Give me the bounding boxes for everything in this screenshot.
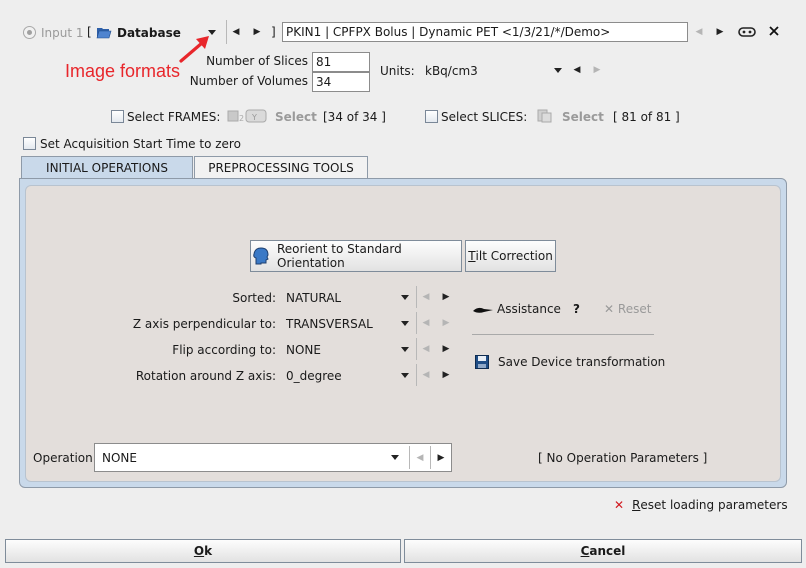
reorient-label: Reorient to Standard Orientation: [277, 242, 402, 270]
frames-select-button[interactable]: Select: [275, 110, 317, 124]
reset-button[interactable]: ✕ Reset: [604, 302, 651, 316]
flip-value[interactable]: NONE: [286, 343, 321, 357]
next-series-icon[interactable]: ▶: [713, 23, 727, 41]
operation-next-icon[interactable]: ▶: [434, 449, 448, 467]
save-device-label: Save Device transformation: [498, 355, 666, 369]
tab-preprocessing-tools-label: PREPROCESSING TOOLS: [208, 160, 354, 175]
ok-label: k: [204, 544, 213, 558]
sorted-dropdown-icon[interactable]: [401, 295, 409, 300]
slices-count: [ 81 of 81 ]: [613, 110, 680, 124]
volumes-field[interactable]: 34: [312, 72, 370, 92]
units-value[interactable]: kBq/cm3: [425, 64, 478, 78]
prev-source-icon[interactable]: ◀: [229, 23, 243, 41]
annotation-text: Image formats: [65, 61, 181, 81]
select-slices-label: Select SLICES:: [441, 110, 528, 124]
frames-count: [34 of 34 ]: [323, 110, 386, 124]
folder-icon: [96, 25, 112, 39]
slices-select-button[interactable]: Select: [562, 110, 604, 124]
select-frames-checkbox[interactable]: [111, 110, 124, 123]
select-frames-label: Select FRAMES:: [127, 110, 221, 124]
acq-start-label: Set Acquisition Start Time to zero: [40, 137, 241, 151]
sorted-next-icon[interactable]: ▶: [439, 288, 453, 306]
ok-mnemonic: O: [193, 544, 205, 558]
slices-label: Number of Slices: [206, 54, 308, 68]
units-prev-icon[interactable]: ◀: [570, 61, 584, 79]
ok-button[interactable]: Ok: [5, 539, 401, 563]
operation-value: NONE: [102, 451, 137, 465]
next-source-icon[interactable]: ▶: [250, 23, 264, 41]
tilt-correction-button[interactable]: Tilt Correction: [465, 240, 556, 272]
source-label[interactable]: Database: [117, 26, 181, 40]
volumes-label: Number of Volumes: [189, 74, 308, 88]
tab-initial-operations-label: INITIAL OPERATIONS: [46, 160, 168, 175]
save-device-button[interactable]: Save Device transformation: [475, 355, 665, 369]
reset-label: Reset: [617, 302, 652, 316]
no-operation-params: [ No Operation Parameters ]: [538, 451, 708, 465]
svg-text:2: 2: [239, 114, 244, 123]
z-axis-next-icon[interactable]: ▶: [439, 314, 453, 332]
z-axis-prev-icon[interactable]: ◀: [419, 314, 433, 332]
units-label: Units:: [380, 64, 415, 78]
floppy-icon: [475, 355, 489, 369]
operation-prev-icon[interactable]: ◀: [413, 449, 427, 467]
operation-combo[interactable]: NONE ◀ ▶: [94, 443, 452, 472]
cancel-label: ancel: [589, 544, 626, 558]
input-radio[interactable]: [23, 26, 36, 39]
reset-loading-button[interactable]: ✕ Reset loading parameters: [614, 498, 788, 512]
rotation-dropdown-icon[interactable]: [401, 373, 409, 378]
rotation-label: Rotation around Z axis:: [135, 369, 276, 383]
z-axis-label: Z axis perpendicular to:: [132, 317, 276, 331]
cancel-mnemonic: C: [580, 544, 590, 558]
assistance-icon: [472, 304, 494, 314]
tab-initial-operations[interactable]: INITIAL OPERATIONS: [21, 156, 193, 178]
assistance-button[interactable]: Assistance: [472, 302, 561, 316]
slices-select-icon: [536, 108, 556, 124]
z-axis-dropdown-icon[interactable]: [401, 321, 409, 326]
flip-dropdown-icon[interactable]: [401, 347, 409, 352]
reorient-button[interactable]: Reorient to Standard Orientation: [250, 240, 462, 272]
reset-loading-mnemonic: R: [632, 498, 641, 512]
rotation-prev-icon[interactable]: ◀: [419, 366, 433, 384]
operation-label: Operation: [33, 451, 93, 465]
reset-loading-x-icon: ✕: [614, 498, 625, 512]
flip-prev-icon[interactable]: ◀: [419, 340, 433, 358]
tilt-mnemonic: T: [468, 249, 476, 263]
rotation-value[interactable]: 0_degree: [286, 369, 342, 383]
prev-series-icon[interactable]: ◀: [692, 23, 706, 41]
cancel-button[interactable]: Cancel: [404, 539, 802, 563]
acq-start-checkbox[interactable]: [23, 137, 36, 150]
sorted-value[interactable]: NATURAL: [286, 291, 341, 305]
head-icon: [251, 246, 271, 266]
flip-label: Flip according to:: [172, 343, 276, 357]
reset-loading-label: eset loading parameters: [640, 498, 788, 512]
svg-text:Y: Y: [251, 113, 257, 122]
select-slices-checkbox[interactable]: [425, 110, 438, 123]
bracket-close: ]: [271, 25, 276, 39]
source-path-field[interactable]: PKIN1 | CPFPX Bolus | Dynamic PET <1/3/2…: [282, 22, 688, 42]
frames-select-icon: 2Y: [227, 108, 267, 124]
z-axis-value[interactable]: TRANSVERSAL: [286, 317, 373, 331]
sorted-label: Sorted:: [232, 291, 276, 305]
units-next-icon[interactable]: ▶: [590, 61, 604, 79]
units-dropdown-icon[interactable]: [554, 68, 562, 73]
slices-field[interactable]: 81: [312, 52, 370, 72]
tilt-label: ilt Correction: [475, 249, 553, 263]
operation-dropdown-icon[interactable]: [391, 455, 399, 460]
reset-x-icon: ✕: [604, 302, 615, 316]
sorted-prev-icon[interactable]: ◀: [419, 288, 433, 306]
tab-preprocessing-tools[interactable]: PREPROCESSING TOOLS: [194, 156, 368, 178]
bracket-open: [: [87, 25, 92, 39]
rotation-next-icon[interactable]: ▶: [439, 366, 453, 384]
input-label: Input 1: [41, 26, 84, 40]
tab-panel-content: [25, 185, 781, 482]
flip-next-icon[interactable]: ▶: [439, 340, 453, 358]
assistance-label: Assistance: [497, 302, 561, 316]
link-icon[interactable]: [738, 25, 756, 39]
close-icon[interactable]: [767, 24, 781, 38]
assistance-divider: [472, 334, 654, 335]
help-button[interactable]: ?: [573, 302, 580, 316]
